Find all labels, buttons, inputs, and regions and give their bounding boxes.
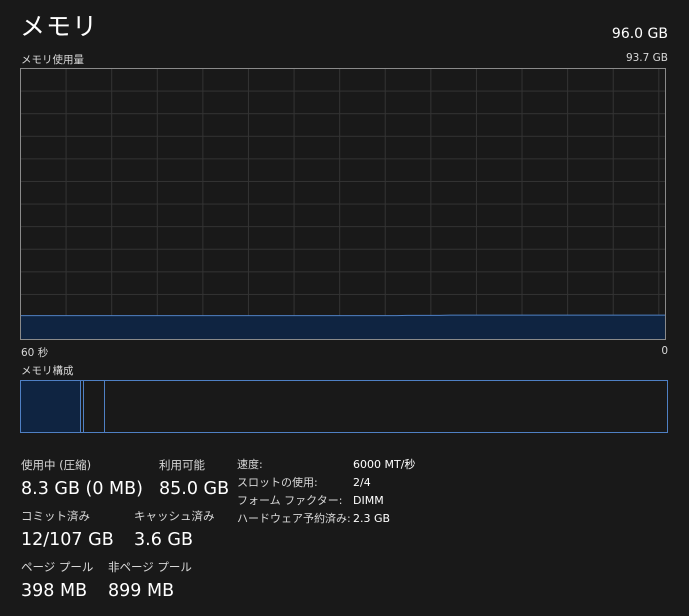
committed-value: 12/107 GB: [21, 530, 114, 550]
cached-value: 3.6 GB: [134, 530, 193, 550]
slots-used-label: スロットの使用:: [237, 476, 318, 489]
cached-label: キャッシュ済み: [134, 509, 215, 523]
paged-pool-label: ページ プール: [21, 560, 94, 574]
hardware-reserved-label: ハードウェア予約済み:: [237, 512, 351, 525]
form-factor-value: DIMM: [353, 494, 384, 507]
memory-usage-label: メモリ使用量: [21, 54, 84, 66]
paged-pool-value: 398 MB: [21, 581, 88, 601]
time-axis-end-label: 0: [661, 345, 668, 357]
memory-usage-line: [21, 314, 665, 317]
composition-standby-segment[interactable]: [104, 381, 105, 432]
memory-performance-panel: メモリ 96.0 GB メモリ使用量 93.7 GB 60 秒 0 メモリ構成 …: [0, 0, 689, 616]
form-factor-label: フォーム ファクター:: [237, 494, 343, 507]
memory-composition-label: メモリ構成: [21, 365, 74, 377]
speed-value: 6000 MT/秒: [353, 458, 416, 471]
page-title: メモリ: [20, 12, 99, 41]
total-memory: 96.0 GB: [611, 26, 668, 42]
available-value: 85.0 GB: [159, 479, 230, 499]
nonpaged-pool-label: 非ページ プール: [108, 560, 192, 574]
memory-usage-max-label: 93.7 GB: [625, 52, 668, 64]
hardware-reserved-value: 2.3 GB: [353, 512, 391, 525]
speed-label: 速度:: [237, 458, 263, 471]
in-use-value: 8.3 GB (0 MB): [21, 479, 143, 499]
memory-composition-bar[interactable]: [20, 380, 668, 433]
nonpaged-pool-value: 899 MB: [108, 581, 175, 601]
in-use-label: 使用中 (圧縮): [21, 458, 92, 472]
composition-in-use-segment[interactable]: [21, 381, 81, 432]
slots-used-value: 2/4: [353, 476, 371, 489]
available-label: 利用可能: [159, 458, 205, 472]
memory-usage-plot: [21, 314, 665, 339]
memory-usage-area: [21, 315, 665, 339]
memory-usage-graph: [20, 68, 666, 340]
committed-label: コミット済み: [21, 509, 90, 523]
time-axis-start-label: 60 秒: [21, 347, 49, 359]
composition-modified-segment[interactable]: [83, 381, 84, 432]
